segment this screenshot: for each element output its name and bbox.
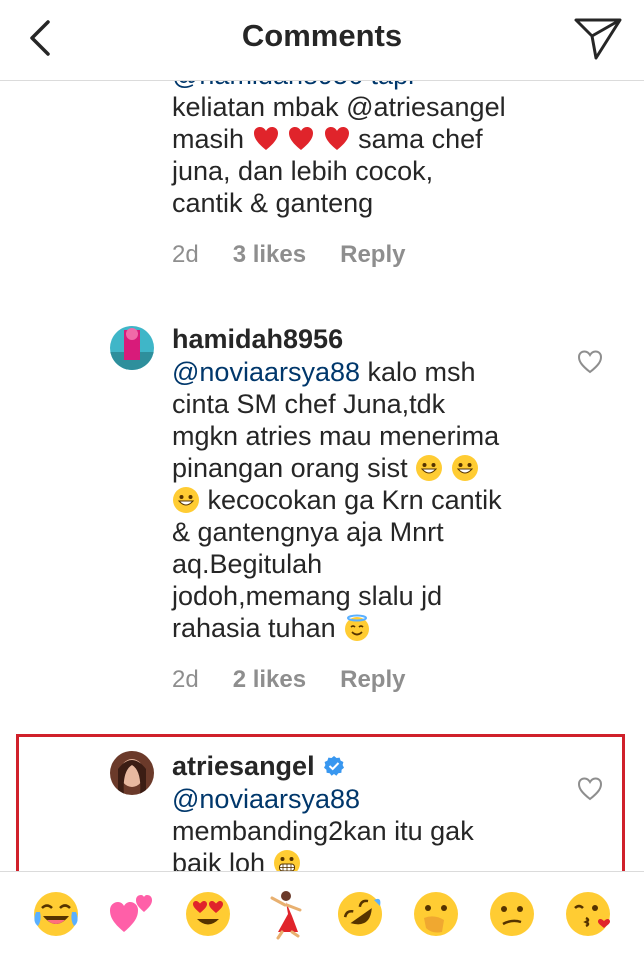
comment-line: masih sama chef [172,124,483,154]
comment-line: @hamidah8956 tapi [172,81,572,91]
comment-line: jodoh,memang slalu jd [172,581,443,611]
comment-line: cantik & ganteng [172,188,374,218]
reply-button[interactable]: Reply [340,666,405,694]
comment-meta: 2d 3 likes Reply [172,241,572,269]
avatar[interactable] [110,326,154,370]
confused-face-icon[interactable] [486,888,538,940]
face-with-tears-of-joy-icon[interactable] [30,888,82,940]
hand-over-mouth-icon[interactable] [410,888,462,940]
comment-line: & gantengnya aja Mnrt [172,517,444,547]
page-title: Comments [241,18,403,53]
comment-meta: 2d 2 likes Reply [172,666,572,694]
grinning-face-emoji-icon [451,455,478,481]
comment-time: 2d [172,666,199,693]
comment-line: mgkn atries mau menerima [172,421,500,451]
comment-line: rahasia tuhan [172,612,572,644]
paper-plane-icon[interactable] [570,10,626,66]
comment-text: @hamidah8956 tapi keliatan mbak @atriesa… [172,81,572,219]
two-hearts-icon[interactable] [106,888,158,940]
heart-eyes-icon[interactable] [182,888,234,940]
dancer-icon[interactable] [258,888,310,940]
likes-count[interactable]: 3 likes [233,241,306,269]
smiling-face-with-halo-emoji-icon [345,614,370,641]
username[interactable]: hamidah8956 [172,324,572,354]
comment-line: pinangan orang sist [172,452,572,484]
comment-body: hamidah8956 @noviaarsya88 kalo msh cinta… [172,324,572,694]
face-blowing-kiss-icon[interactable] [562,888,614,940]
comment-line: cinta SM chef Juna,tdk [172,389,446,419]
comment-body: @hamidah8956 tapi keliatan mbak @atriesa… [172,81,572,269]
comment-time: 2d [172,241,199,268]
red-heart-emoji-icon [253,127,278,150]
red-heart-emoji-icon [324,127,349,150]
emoji-quick-bar [0,871,644,957]
reply-button[interactable]: Reply [340,241,405,269]
comment-line: juna, dan lebih cocok, [172,156,434,186]
comment-line: keliatan mbak @atriesangel [172,92,506,122]
comment-line: aq.Begitulah [172,549,323,579]
likes-count[interactable]: 2 likes [233,666,306,694]
comment-line: @noviaarsya88 kalo msh [172,357,476,387]
comment-line: kecocokan ga Krn cantik [172,484,572,516]
header: Comments [0,0,644,81]
highlight-box [16,734,625,894]
mention-link[interactable]: @noviaarsya88 [172,357,360,387]
grinning-face-emoji-icon [173,487,199,513]
like-heart-icon[interactable] [576,348,604,376]
comment-text: @noviaarsya88 kalo msh cinta SM chef Jun… [172,356,572,644]
rolling-on-floor-laughing-icon[interactable] [334,888,386,940]
red-heart-emoji-icon [289,127,314,150]
grinning-face-emoji-icon [416,455,443,481]
